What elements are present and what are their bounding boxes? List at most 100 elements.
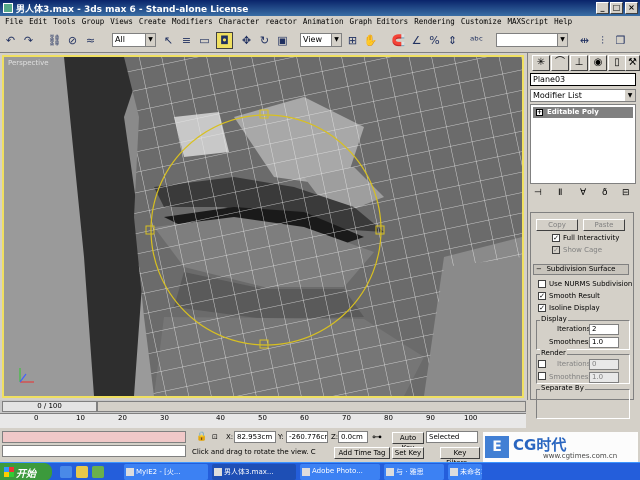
task-ya-si[interactable]: 与 · 雅思: [384, 464, 444, 480]
paste-button[interactable]: Paste: [583, 219, 625, 231]
show-cage-checkbox[interactable]: ✓ Show Cage: [552, 246, 602, 254]
menu-create[interactable]: Create: [136, 16, 169, 29]
perspective-viewport[interactable]: Perspective: [2, 55, 524, 398]
smooth-result-checkbox[interactable]: ✓ Smooth Result: [538, 292, 600, 300]
y-coordinate-field[interactable]: -260.776cr: [286, 431, 328, 443]
percent-snap-icon[interactable]: %: [426, 32, 443, 49]
display-tab-icon[interactable]: ▯: [608, 55, 626, 71]
modifier-list-dropdown[interactable]: Modifier List ▼: [530, 89, 636, 102]
desktop-icon[interactable]: [92, 466, 104, 478]
snap-toggle-icon[interactable]: 🧲: [390, 32, 407, 49]
full-interactivity-checkbox[interactable]: ✓ Full Interactivity: [552, 234, 619, 242]
select-and-scale-icon[interactable]: ▣: [274, 32, 291, 49]
manipulate-icon[interactable]: ✋: [362, 32, 379, 49]
iterations-spinner[interactable]: 2: [589, 324, 619, 335]
maxscript-input[interactable]: [2, 445, 186, 457]
use-nurms-checkbox[interactable]: Use NURMS Subdivision: [538, 280, 632, 288]
menu-customize[interactable]: Customize: [458, 16, 505, 29]
menu-help[interactable]: Help: [551, 16, 575, 29]
lock-icon[interactable]: 🔒: [196, 432, 207, 442]
motion-tab-icon[interactable]: ◉: [589, 55, 607, 71]
rect-selection-icon[interactable]: ▭: [196, 32, 213, 49]
create-tab-icon[interactable]: ✳: [532, 55, 550, 71]
timeline-ruler[interactable]: 0 10 20 30 40 50 60 70 80 90 100: [0, 413, 526, 428]
menu-maxscript[interactable]: MAXScript: [504, 16, 551, 29]
subdivision-surface-rollout[interactable]: − Subdivision Surface: [533, 264, 629, 275]
select-and-link-icon[interactable]: ⛓: [46, 32, 63, 49]
menu-character[interactable]: Character: [216, 16, 263, 29]
selected-dropdown[interactable]: Selected: [426, 431, 478, 443]
bind-to-space-warp-icon[interactable]: ≈: [82, 32, 99, 49]
render-iterations-checkbox[interactable]: [538, 360, 549, 368]
menu-views[interactable]: Views: [107, 16, 136, 29]
task-photoshop[interactable]: Adobe Photo...: [300, 464, 380, 480]
maxscript-listener[interactable]: [2, 431, 186, 443]
render-smoothness-spinner[interactable]: 1.0: [589, 372, 619, 383]
align-icon[interactable]: ⫶: [594, 32, 611, 49]
folder-icon[interactable]: [76, 466, 88, 478]
menu-rendering[interactable]: Rendering: [411, 16, 458, 29]
maximize-button[interactable]: □: [610, 2, 623, 14]
edit-named-selection-icon[interactable]: ᵃᵇᶜ: [468, 32, 485, 49]
render-iterations-spinner[interactable]: 0: [589, 359, 619, 370]
close-button[interactable]: ×: [625, 2, 638, 14]
add-time-tag-button[interactable]: Add Time Tag: [334, 447, 390, 459]
isoline-display-checkbox[interactable]: ✓ Isoline Display: [538, 304, 600, 312]
menu-edit[interactable]: Edit: [26, 16, 50, 29]
utilities-tab-icon[interactable]: ⚒: [625, 55, 640, 71]
task-paint[interactable]: 未命名3 - 画图: [448, 464, 482, 480]
x-coordinate-field[interactable]: 82.953cm: [234, 431, 276, 443]
start-button[interactable]: 开始: [0, 463, 52, 480]
absolute-mode-icon[interactable]: ⊡: [212, 433, 218, 441]
z-coordinate-field[interactable]: 0.0cm: [338, 431, 368, 443]
ie-icon[interactable]: [60, 466, 72, 478]
remove-modifier-icon[interactable]: ð: [602, 188, 608, 198]
menu-reactor[interactable]: reactor: [262, 16, 300, 29]
angle-snap-icon[interactable]: ∠: [408, 32, 425, 49]
menu-graph-editors[interactable]: Graph Editors: [346, 16, 411, 29]
browser-icon: [126, 468, 134, 476]
viewport-label[interactable]: Perspective: [8, 59, 49, 67]
undo-icon[interactable]: ↶: [2, 32, 19, 49]
layer-manager-icon[interactable]: ❐: [612, 32, 629, 49]
stack-item-editable-poly[interactable]: + Editable Poly: [533, 107, 633, 118]
select-and-move-icon[interactable]: ✥: [238, 32, 255, 49]
modify-tab-icon[interactable]: ⌒: [551, 55, 569, 71]
window-crossing-icon[interactable]: ◘: [216, 32, 233, 49]
hierarchy-tab-icon[interactable]: ⊥: [570, 55, 588, 71]
selection-filter-dropdown[interactable]: All ▼: [112, 33, 156, 47]
task-3dsmax[interactable]: 男人体3.max...: [212, 464, 296, 480]
auto-key-button[interactable]: Auto Key: [392, 432, 424, 452]
time-slider-track[interactable]: [97, 401, 526, 412]
redo-icon[interactable]: ↷: [20, 32, 37, 49]
menu-tools[interactable]: Tools: [50, 16, 79, 29]
copy-button[interactable]: Copy: [536, 219, 578, 231]
named-selection-dropdown[interactable]: ▼: [496, 33, 568, 47]
object-name-field[interactable]: Plane03: [530, 73, 636, 86]
key-filters-button[interactable]: Key Filters...: [440, 447, 480, 467]
select-and-rotate-icon[interactable]: ↻: [256, 32, 273, 49]
configure-sets-icon[interactable]: ⊟: [622, 188, 630, 198]
menu-animation[interactable]: Animation: [300, 16, 347, 29]
unlink-icon[interactable]: ⊘: [64, 32, 81, 49]
spinner-snap-icon[interactable]: ⇕: [444, 32, 461, 49]
render-smoothness-checkbox[interactable]: [538, 372, 549, 380]
expand-icon[interactable]: +: [536, 109, 543, 116]
reference-coord-dropdown[interactable]: View ▼: [300, 33, 342, 47]
make-unique-icon[interactable]: ∀: [580, 188, 586, 198]
key-icon[interactable]: ⊶: [372, 432, 382, 443]
menu-modifiers[interactable]: Modifiers: [169, 16, 216, 29]
select-by-name-icon[interactable]: ≡: [178, 32, 195, 49]
pin-stack-icon[interactable]: ⊣: [534, 188, 542, 198]
task-myie2[interactable]: MyIE2 - [火...: [124, 464, 208, 480]
set-key-button[interactable]: Set Key: [392, 447, 424, 459]
pivot-center-icon[interactable]: ⊞: [344, 32, 361, 49]
minimize-button[interactable]: _: [596, 2, 609, 14]
time-slider[interactable]: 0 / 100: [2, 401, 97, 412]
mirror-icon[interactable]: ⇹: [576, 32, 593, 49]
select-object-icon[interactable]: ↖: [160, 32, 177, 49]
show-end-result-icon[interactable]: Ⅱ: [558, 188, 562, 198]
smoothness-spinner[interactable]: 1.0: [589, 337, 619, 348]
menu-file[interactable]: File: [2, 16, 26, 29]
menu-group[interactable]: Group: [79, 16, 108, 29]
